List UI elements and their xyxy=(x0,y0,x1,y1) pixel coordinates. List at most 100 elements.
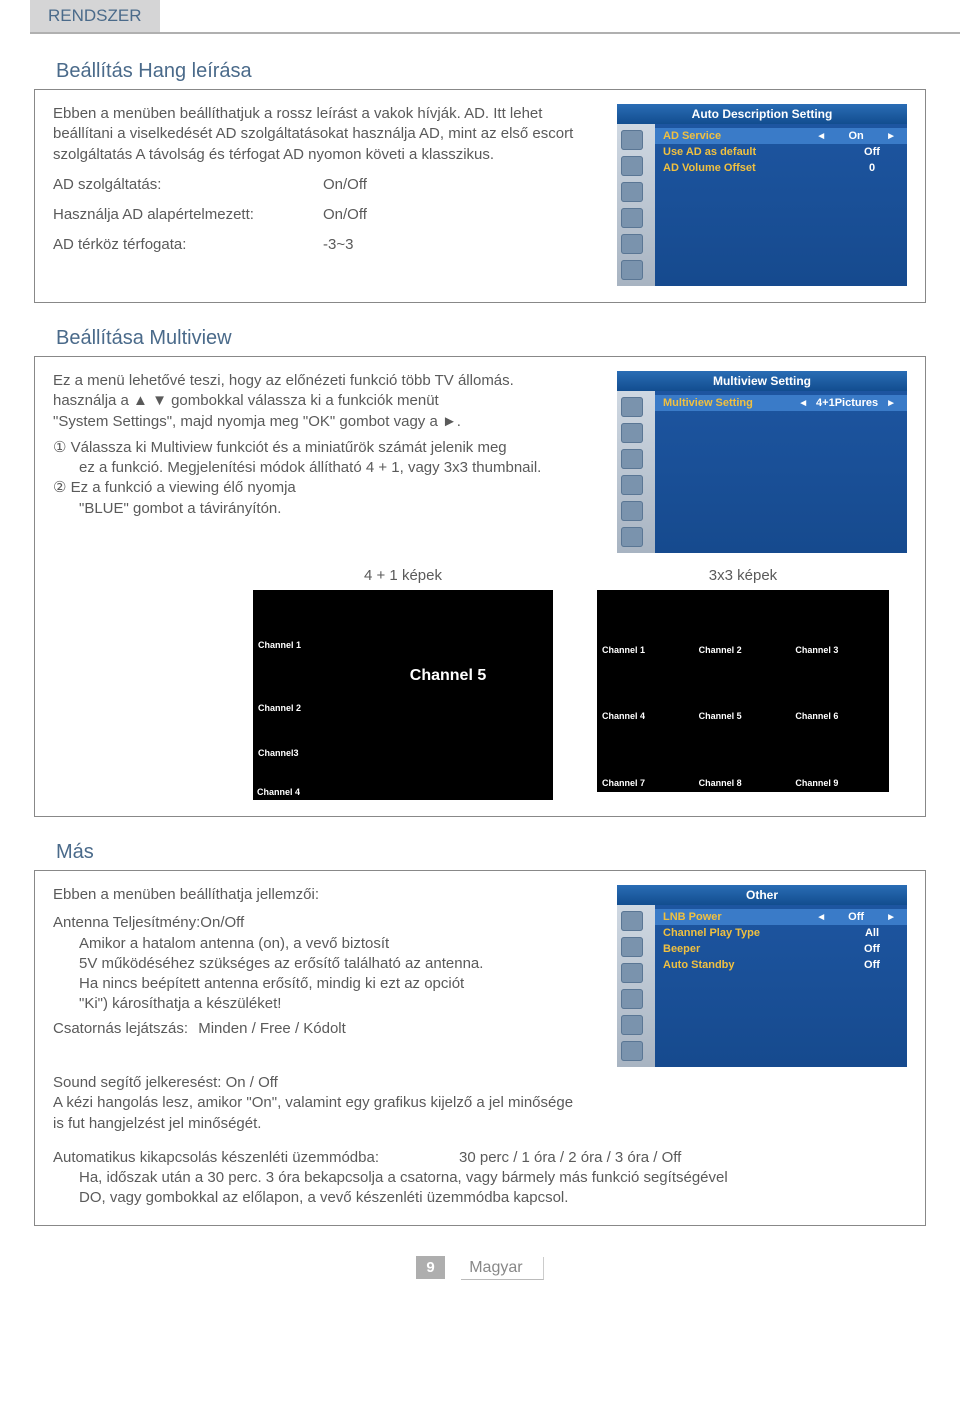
osd-icon xyxy=(621,963,643,983)
osd-row[interactable]: Auto Standby Off xyxy=(663,957,899,973)
arrow-right-icon[interactable]: ► xyxy=(883,131,899,142)
osd-icon xyxy=(621,423,643,443)
osd-icon xyxy=(621,397,643,417)
s1-row1-label: AD szolgáltatás: xyxy=(53,175,323,195)
thumb-cell: Channel 1 xyxy=(254,591,344,653)
sound-p1: A kézi hangolás lesz, amikor "On", valam… xyxy=(53,1093,907,1113)
osd-icon xyxy=(621,260,643,280)
thumb-cell: Channel3 xyxy=(254,716,344,761)
osd-row-label: Channel Play Type xyxy=(663,927,845,939)
osd-icon xyxy=(621,1015,643,1035)
osd-multiview: Multiview Setting Multiview Setting ◄ xyxy=(617,371,907,553)
osd-icon xyxy=(621,989,643,1009)
s2-n2a: Ez a funkció a viewing élő nyomja xyxy=(71,479,296,496)
s2-n2b: "BLUE" gombot a távirányítón. xyxy=(79,499,603,519)
auto-label: Automatikus kikapcsolás készenléti üzemm… xyxy=(53,1148,379,1168)
arrow-left-icon[interactable]: ◄ xyxy=(813,912,829,923)
osd-row[interactable]: LNB Power ◄ Off ► xyxy=(655,909,907,925)
osd-icon xyxy=(621,449,643,469)
section1-intro: Ebben a menüben beállíthatjuk a rossz le… xyxy=(53,104,603,165)
antenna-p4: "Ki") károsíthatja a készüléket! xyxy=(79,994,603,1014)
section2-title: Beállítása Multiview xyxy=(56,327,930,350)
antenna-p3: Ha nincs beépített antenna erősítő, mind… xyxy=(79,974,603,994)
osd-row-label: LNB Power xyxy=(663,911,813,923)
osd-icon xyxy=(621,475,643,495)
osd-row[interactable]: Beeper Off xyxy=(663,941,899,957)
sound-label: Sound segítő jelkeresést: On / Off xyxy=(53,1073,907,1093)
osd-icon xyxy=(621,937,643,957)
osd-row-label: Use AD as default xyxy=(663,146,845,158)
osd-icon xyxy=(621,1041,643,1061)
grid-cell: Channel 4 xyxy=(598,658,695,725)
osd-icon xyxy=(621,911,643,931)
grid-cell: Channel 7 xyxy=(598,724,695,791)
osd1-title: Auto Description Setting xyxy=(617,104,907,124)
section3-box: Ebben a menüben beállíthatja jellemzői: … xyxy=(34,870,926,1226)
grid-cell: Channel 2 xyxy=(695,591,792,658)
auto-value: 30 perc / 1 óra / 2 óra / 3 óra / Off xyxy=(459,1148,681,1168)
s1-row1-value: On/Off xyxy=(323,175,603,195)
csatorna-label: Csatornás lejátszás: xyxy=(53,1020,188,1037)
s1-row3-label: AD térköz térfogata: xyxy=(53,235,323,255)
osd-row[interactable]: AD Volume Offset 0 xyxy=(663,160,899,176)
arrow-right-icon[interactable]: ► xyxy=(883,912,899,923)
arrow-right-icon[interactable]: ► xyxy=(883,398,899,409)
auto-p1: Ha, időszak után a 30 perc. 3 óra bekapc… xyxy=(79,1168,907,1188)
osd-row-label: AD Service xyxy=(663,130,813,142)
osd-icon xyxy=(621,130,643,150)
page-header: RENDSZER xyxy=(30,0,160,32)
osd-row[interactable]: AD Service ◄ On ► xyxy=(655,128,907,144)
osd-row-value: Off xyxy=(845,959,899,971)
num2: ② xyxy=(53,479,66,496)
grid-cell: Channel 9 xyxy=(791,724,888,791)
osd-row[interactable]: Channel Play Type All xyxy=(663,925,899,941)
osd-icon xyxy=(621,182,643,202)
section2-box: Ez a menü lehetővé teszi, hogy az előnéz… xyxy=(34,356,926,817)
osd-icon xyxy=(621,501,643,521)
osd-auto-description: Auto Description Setting AD Service ◄ xyxy=(617,104,907,286)
s1-row3-value: -3~3 xyxy=(323,235,603,255)
s2-line2a: használja a ▲ ▼ gombokkal válassza ki a … xyxy=(53,391,603,411)
osd-sidebar xyxy=(617,905,655,1067)
antenna-p2: 5V működéséhez szükséges az erősítő talá… xyxy=(79,954,603,974)
osd-row-value: Off xyxy=(845,943,899,955)
section1-box: Ebben a menüben beállíthatjuk a rossz le… xyxy=(34,89,926,303)
diagram2-title: 3x3 képek xyxy=(597,567,889,584)
osd-row-value: 4+1Pictures xyxy=(811,397,883,409)
arrow-left-icon[interactable]: ◄ xyxy=(795,398,811,409)
s1-row2-label: Használja AD alapértelmezett: xyxy=(53,205,323,225)
arrow-left-icon[interactable]: ◄ xyxy=(813,131,829,142)
section3-title: Más xyxy=(56,841,930,864)
csatorna-value: Minden / Free / Kódolt xyxy=(198,1020,346,1037)
section1-title: Beállítás Hang leírása xyxy=(56,60,930,83)
sound-p2: is fut hangjelzést jel minőségét. xyxy=(53,1114,907,1134)
osd-icon xyxy=(621,156,643,176)
grid-cell: Channel 5 xyxy=(695,658,792,725)
osd-icon xyxy=(621,527,643,547)
diagram-4plus1: 4 + 1 képek Channel 1 Channel 2 Channel3… xyxy=(253,567,553,800)
page-number: 9 xyxy=(416,1256,444,1279)
osd-row-value: Off xyxy=(829,911,883,923)
osd-row-label: Multiview Setting xyxy=(663,397,795,409)
osd-row-value: 0 xyxy=(845,162,899,174)
num1: ① xyxy=(53,439,66,456)
osd-row-label: Auto Standby xyxy=(663,959,845,971)
osd-sidebar xyxy=(617,124,655,286)
osd-icon xyxy=(621,234,643,254)
s3-intro: Ebben a menüben beállíthatja jellemzői: xyxy=(53,885,603,905)
page-footer: 9 Magyar xyxy=(30,1256,930,1280)
osd-row[interactable]: Multiview Setting ◄ 4+1Pictures ► xyxy=(655,395,907,411)
osd-icon xyxy=(621,208,643,228)
grid-cell: Channel 8 xyxy=(695,724,792,791)
osd-row-value: All xyxy=(845,927,899,939)
osd-row-value: On xyxy=(829,130,883,142)
s2-line1: Ez a menü lehetővé teszi, hogy az előnéz… xyxy=(53,371,603,391)
antenna-p1: Amikor a hatalom antenna (on), a vevő bi… xyxy=(79,934,603,954)
osd-other: Other LNB Power ◄ Off xyxy=(617,885,907,1067)
grid-cell: Channel 1 xyxy=(598,591,695,658)
osd-row[interactable]: Use AD as default Off xyxy=(663,144,899,160)
antenna-label: Antenna Teljesítmény:On/Off xyxy=(53,913,603,933)
diagram1-title: 4 + 1 képek xyxy=(253,567,553,584)
grid-cell: Channel 6 xyxy=(791,658,888,725)
main-cell: Channel 5 xyxy=(344,591,552,761)
